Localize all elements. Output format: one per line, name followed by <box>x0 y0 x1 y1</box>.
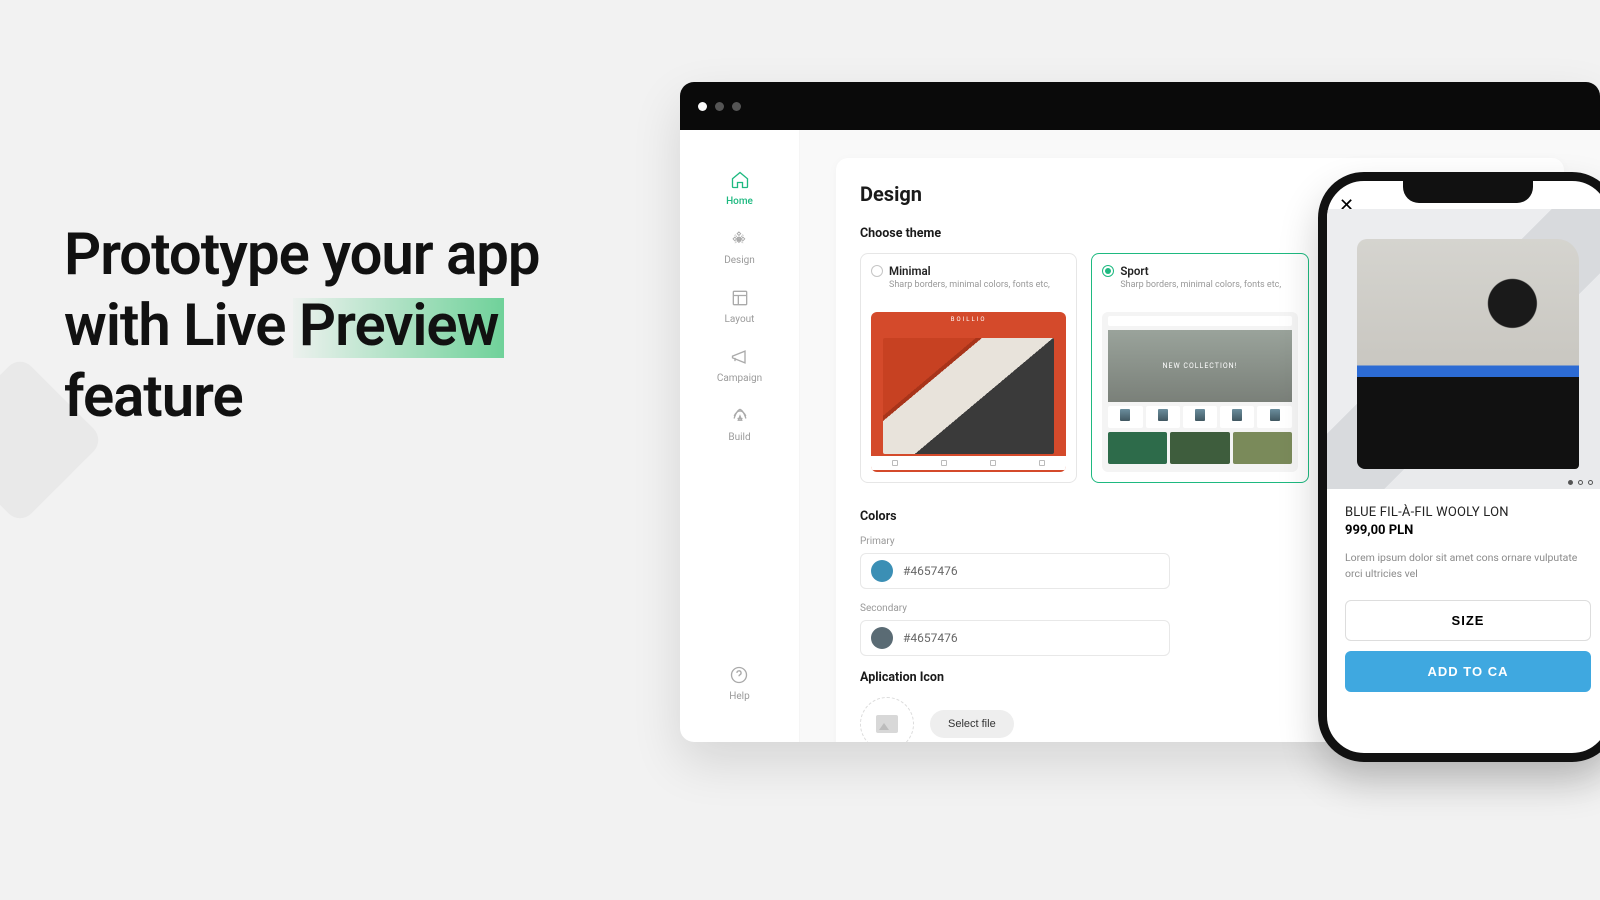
app-icon-slot[interactable] <box>860 697 914 742</box>
radio-icon <box>1102 265 1114 277</box>
sidebar-label: Design <box>724 255 755 266</box>
hero-line-1: Prototype your app <box>64 221 540 289</box>
theme-name: Minimal <box>889 264 931 278</box>
sidebar: Home Design Layout Campaign <box>680 130 800 742</box>
sidebar-item-layout[interactable]: Layout <box>725 288 755 325</box>
phone-preview: ✕ BLUE FIL-À-FIL WOOLY LON 999,00 PLN Lo… <box>1318 172 1600 762</box>
hero-line-3: feature <box>64 363 243 431</box>
product-desc: Lorem ipsum dolor sit amet cons ornare v… <box>1345 550 1591 582</box>
sidebar-label: Help <box>729 691 749 702</box>
secondary-value: #4657476 <box>903 631 958 645</box>
sidebar-label: Campaign <box>717 373 762 384</box>
sidebar-item-design[interactable]: Design <box>724 229 755 266</box>
theme-card-minimal[interactable]: Minimal Sharp borders, minimal colors, f… <box>860 253 1077 483</box>
sidebar-item-help[interactable]: Help <box>729 665 749 702</box>
radio-icon <box>871 265 883 277</box>
window-dot-min[interactable] <box>715 102 724 111</box>
theme-name: Sport <box>1120 264 1148 278</box>
select-file-button[interactable]: Select file <box>930 710 1014 738</box>
primary-color-input[interactable]: #4657476 <box>860 553 1170 589</box>
theme-card-sport[interactable]: Sport Sharp borders, minimal colors, fon… <box>1091 253 1308 483</box>
theme-desc: Sharp borders, minimal colors, fonts etc… <box>1120 280 1297 304</box>
sidebar-item-campaign[interactable]: Campaign <box>717 347 762 384</box>
preview-brand: BOILLIO <box>871 316 1066 323</box>
build-icon <box>730 406 750 426</box>
hero-highlight: Preview <box>299 292 499 360</box>
image-placeholder-icon <box>876 715 898 733</box>
product-name: BLUE FIL-À-FIL WOOLY LON <box>1345 505 1591 520</box>
sidebar-item-build[interactable]: Build <box>728 406 750 443</box>
primary-value: #4657476 <box>903 564 958 578</box>
sidebar-label: Layout <box>725 314 755 325</box>
carousel-dots[interactable] <box>1568 480 1593 485</box>
window-titlebar <box>680 82 1600 130</box>
theme-desc: Sharp borders, minimal colors, fonts etc… <box>889 280 1066 304</box>
product-image <box>1327 209 1600 489</box>
sidebar-label: Build <box>728 432 750 443</box>
hero-line-2a: with Live <box>64 292 299 360</box>
design-icon <box>729 229 749 249</box>
window-dot-max[interactable] <box>732 102 741 111</box>
secondary-swatch <box>871 627 893 649</box>
sidebar-item-home[interactable]: Home <box>726 170 753 207</box>
product-price: 999,00 PLN <box>1345 523 1591 538</box>
add-to-cart-button[interactable]: ADD TO CA <box>1345 651 1591 692</box>
home-icon <box>730 170 750 190</box>
preview-hero-text: NEW COLLECTION! <box>1108 330 1291 402</box>
primary-swatch <box>871 560 893 582</box>
hero-headline: Prototype your app with Live Preview fea… <box>64 220 624 432</box>
campaign-icon <box>730 347 750 367</box>
help-icon <box>729 665 749 685</box>
sidebar-label: Home <box>726 196 753 207</box>
theme-preview-sport: NEW COLLECTION! <box>1102 312 1297 472</box>
theme-preview-minimal: BOILLIO <box>871 312 1066 472</box>
size-button[interactable]: SIZE <box>1345 600 1591 641</box>
phone-notch <box>1403 181 1533 203</box>
window-dot-close[interactable] <box>698 102 707 111</box>
layout-icon <box>730 288 750 308</box>
secondary-color-input[interactable]: #4657476 <box>860 620 1170 656</box>
